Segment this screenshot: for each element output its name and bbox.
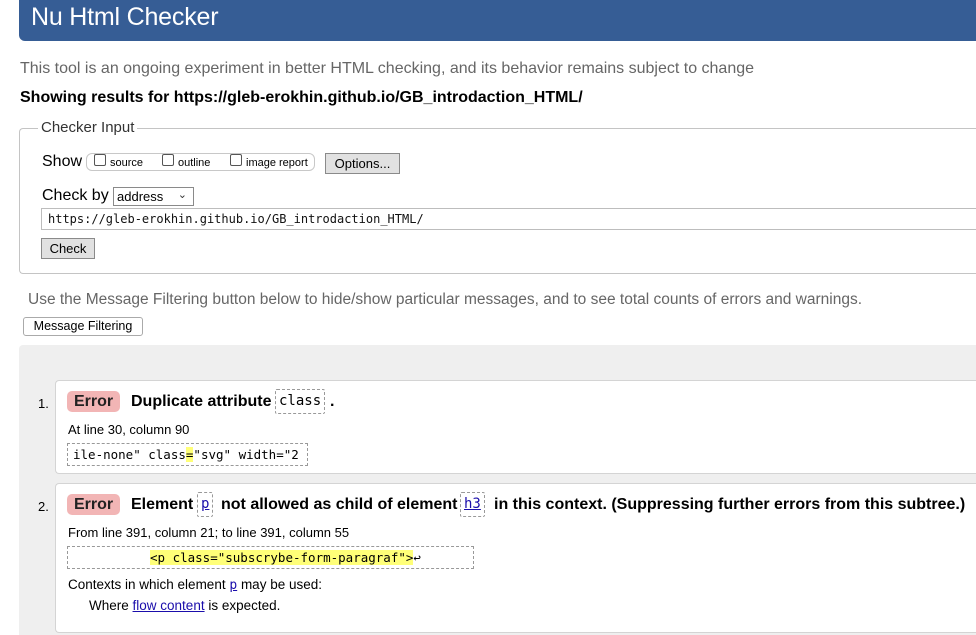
code-extract: <p class="subscrybe-form-paragraf">↩ <box>67 546 474 569</box>
filter-help-text: Use the Message Filtering button below t… <box>28 291 863 308</box>
showing-results: Showing results for https://gleb-erokhin… <box>20 89 583 106</box>
options-button[interactable]: Options... <box>325 153 400 174</box>
message-number: 1. <box>38 396 49 411</box>
check-button[interactable]: Check <box>41 238 95 259</box>
element-p-spec-link[interactable]: p <box>229 578 237 593</box>
message-text-end: . <box>330 393 335 410</box>
outline-checkbox[interactable] <box>162 154 174 166</box>
header-bar: Nu Html Checker <box>19 0 976 41</box>
extract-highlight: <p class="subscrybe-form-paragraf"> <box>150 550 414 565</box>
contexts-pre: Contexts in which element <box>68 577 226 592</box>
message-text-middle: not allowed as child of element <box>221 496 458 513</box>
extract-after: ↩ <box>413 550 421 565</box>
image-report-checkbox[interactable] <box>230 154 242 166</box>
check-by-select[interactable]: address ⌄ <box>113 187 194 206</box>
flow-content-link[interactable]: flow content <box>133 598 205 613</box>
where-pre: Where <box>89 598 129 613</box>
extract-before: ile-none" class <box>73 447 186 462</box>
message-location: At line 30, column 90 <box>68 422 190 437</box>
checker-input-legend: Checker Input <box>38 119 138 136</box>
code-extract: ile-none" class="svg" width="2 <box>67 443 308 466</box>
chevron-down-icon: ⌄ <box>177 189 187 201</box>
url-input[interactable]: https://gleb-erokhin.github.io/GB_introd… <box>41 208 976 230</box>
code-p-link[interactable]: p <box>197 492 214 517</box>
message-filtering-button[interactable]: Message Filtering <box>23 317 143 336</box>
message-text: Duplicate attribute <box>131 393 272 410</box>
contexts-post: may be used: <box>240 577 322 592</box>
message-location: From line 391, column 21; to line 391, c… <box>68 525 350 540</box>
element-h3-link[interactable]: h3 <box>464 496 481 512</box>
check-by-label: Check by <box>42 187 109 204</box>
error-badge: Error <box>67 494 121 515</box>
intro-text: This tool is an ongoing experiment in be… <box>20 60 755 77</box>
source-label: source <box>110 157 144 169</box>
outline-label: outline <box>178 157 211 169</box>
element-p-link[interactable]: p <box>201 496 209 512</box>
message-number: 2. <box>38 499 49 514</box>
source-checkbox[interactable] <box>94 154 106 166</box>
code-class: class <box>275 389 326 414</box>
page-title: Nu Html Checker <box>31 3 219 31</box>
message-text: Element <box>131 496 194 513</box>
where-post: is expected. <box>208 598 281 613</box>
image-report-label: image report <box>246 157 308 169</box>
error-badge: Error <box>67 391 121 412</box>
where-text: Where flow content is expected. <box>89 598 280 613</box>
show-label: Show <box>42 153 83 170</box>
check-by-value: address <box>117 189 164 204</box>
extract-after: "svg" width="2 <box>193 447 299 462</box>
code-h3-link[interactable]: h3 <box>460 492 485 517</box>
message-text-end: in this context. (Suppressing further er… <box>494 496 966 513</box>
contexts-text: Contexts in which element p may be used: <box>68 577 322 593</box>
